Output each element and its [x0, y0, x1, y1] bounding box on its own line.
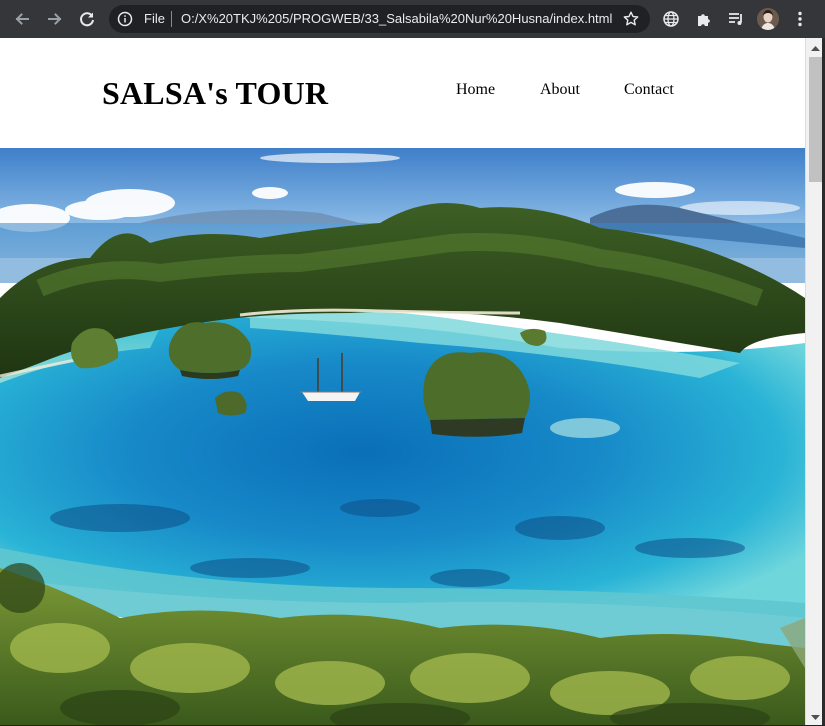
hero-image — [0, 148, 805, 725]
globe-extension-button[interactable] — [659, 7, 683, 31]
star-icon[interactable] — [622, 10, 640, 28]
media-control-button[interactable] — [724, 7, 748, 31]
info-icon[interactable] — [117, 11, 133, 27]
globe-icon — [662, 10, 680, 28]
extensions-button[interactable] — [692, 7, 716, 31]
puzzle-icon — [695, 10, 713, 28]
scroll-down-arrow-icon — [811, 708, 820, 726]
media-queue-icon — [727, 10, 745, 28]
nav-about-link[interactable]: About — [540, 80, 580, 100]
site-info-label[interactable]: File — [144, 11, 165, 27]
back-button[interactable] — [10, 7, 34, 31]
site-logo: SALSA's TOUR — [102, 75, 329, 111]
site-header: SALSA's TOUR Home About Contact — [0, 38, 807, 148]
browser-toolbar: File O:/X%20TKJ%205/PROGWEB/33_Salsabila… — [0, 0, 825, 38]
forward-arrow-icon — [46, 10, 64, 28]
omnibox-divider — [171, 11, 172, 27]
reload-button[interactable] — [75, 7, 99, 31]
forward-button[interactable] — [43, 7, 67, 31]
reload-icon — [78, 10, 96, 28]
page-viewport: SALSA's TOUR Home About Contact — [0, 38, 807, 725]
url-text[interactable]: O:/X%20TKJ%205/PROGWEB/33_Salsabila%20Nu… — [181, 11, 619, 27]
kebab-menu-icon — [791, 10, 809, 28]
address-bar[interactable]: File O:/X%20TKJ%205/PROGWEB/33_Salsabila… — [109, 5, 650, 33]
avatar[interactable] — [757, 8, 779, 30]
nav-home-link[interactable]: Home — [456, 80, 495, 100]
back-arrow-icon — [13, 10, 31, 28]
scroll-up-arrow-icon — [811, 38, 820, 56]
menu-button[interactable] — [788, 7, 812, 31]
nav-contact-link[interactable]: Contact — [624, 80, 674, 100]
scrollbar-thumb[interactable] — [809, 57, 822, 182]
